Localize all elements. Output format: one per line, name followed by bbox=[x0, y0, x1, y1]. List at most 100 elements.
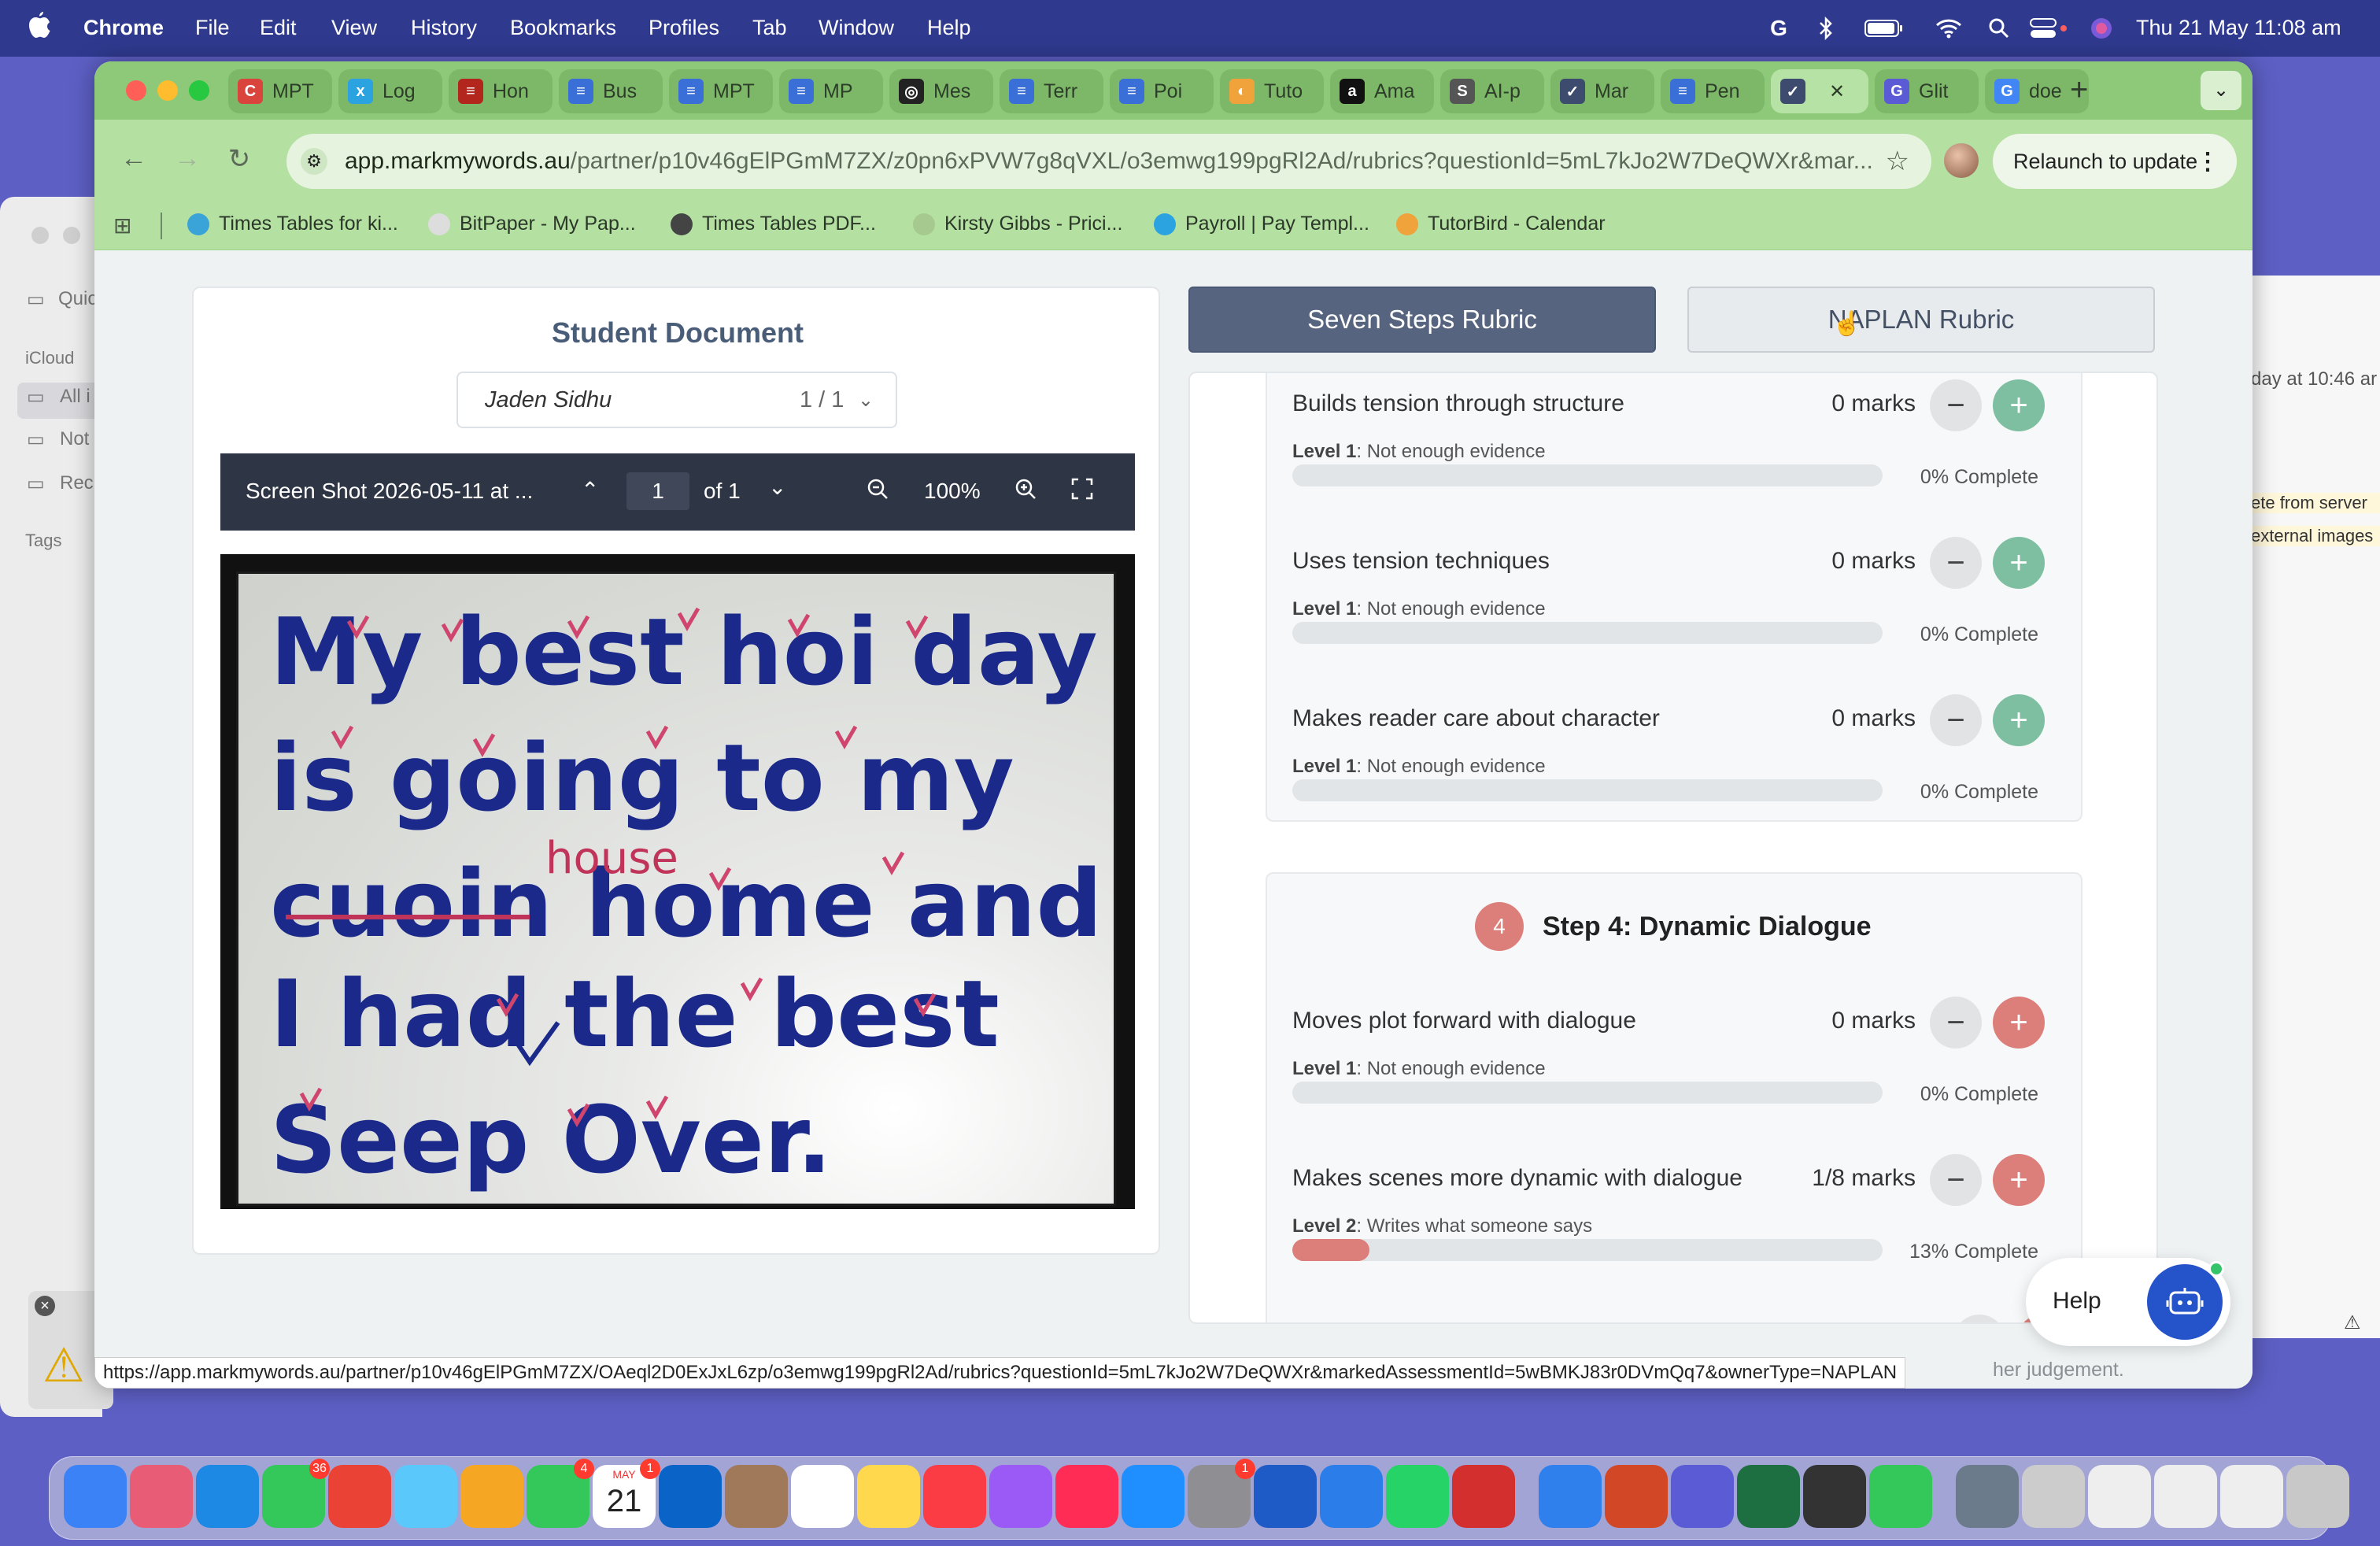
numbers-icon[interactable] bbox=[1869, 1465, 1932, 1528]
help-widget[interactable]: Help bbox=[2026, 1258, 2230, 1346]
browser-tab[interactable]: ≡ Pen bbox=[1661, 69, 1765, 113]
browser-tab[interactable]: ≡ Hon bbox=[449, 69, 552, 113]
chrome-icon[interactable] bbox=[328, 1465, 391, 1528]
menu-help[interactable]: Help bbox=[927, 16, 971, 40]
plus-button[interactable]: + bbox=[1993, 1154, 2045, 1206]
app-menu[interactable]: Chrome bbox=[83, 16, 164, 40]
relaunch-button[interactable]: Relaunch to update ⋮ bbox=[1993, 134, 2237, 189]
zoom-in-icon[interactable] bbox=[1014, 477, 1037, 506]
bookmark-item[interactable]: BitPaper - My Pap... bbox=[428, 213, 636, 235]
browser-tab[interactable]: S AI-p bbox=[1440, 69, 1544, 113]
document-icon[interactable] bbox=[2154, 1465, 2217, 1528]
menubar-clock[interactable]: Thu 21 May 11:08 am bbox=[2136, 16, 2341, 40]
minus-button[interactable]: − bbox=[1930, 1154, 1982, 1206]
zoom-out-icon[interactable] bbox=[866, 477, 889, 506]
reload-icon[interactable]: ↻ bbox=[222, 143, 257, 178]
calendar-icon[interactable]: MAY 21 1 bbox=[593, 1459, 660, 1528]
bluetooth-icon[interactable] bbox=[1810, 14, 1842, 43]
plus-button[interactable]: + bbox=[1993, 537, 2045, 589]
reminders-icon[interactable] bbox=[791, 1465, 854, 1528]
powerpoint-icon[interactable] bbox=[1605, 1465, 1668, 1528]
trash-icon[interactable] bbox=[2286, 1465, 2349, 1528]
menu-edit[interactable]: Edit bbox=[260, 16, 297, 40]
menu-bookmarks[interactable]: Bookmarks bbox=[510, 16, 616, 40]
browser-tab[interactable]: ≡ MP bbox=[779, 69, 883, 113]
bookmark-item[interactable]: TutorBird - Calendar bbox=[1396, 213, 1606, 235]
browser-tab[interactable]: ≡ Bus bbox=[559, 69, 663, 113]
tab-search-chevron-icon[interactable]: ⌄ bbox=[2201, 71, 2241, 110]
menu-view[interactable]: View bbox=[331, 16, 377, 40]
zoom-window-button[interactable] bbox=[189, 80, 209, 101]
menu-profiles[interactable]: Profiles bbox=[649, 16, 719, 40]
system-settings-icon[interactable]: 1 bbox=[1188, 1459, 1255, 1528]
menu-file[interactable]: File bbox=[195, 16, 230, 40]
close-tab-icon[interactable]: ✕ bbox=[1829, 80, 1845, 103]
plus-button[interactable]: + bbox=[1993, 379, 2045, 431]
site-info-icon[interactable]: ⚙ bbox=[301, 148, 327, 175]
profile-avatar[interactable] bbox=[1944, 143, 1979, 178]
minus-button[interactable]: − bbox=[1930, 694, 1982, 746]
photos-icon[interactable] bbox=[460, 1465, 523, 1528]
music-icon[interactable] bbox=[923, 1465, 986, 1528]
bookmark-item[interactable]: Times Tables PDF... bbox=[671, 213, 876, 235]
control-center-icon[interactable] bbox=[2026, 14, 2073, 43]
browser-tab[interactable]: ≡ Poi bbox=[1110, 69, 1214, 113]
notes-sidebar-item[interactable]: Not bbox=[60, 428, 89, 450]
notes-icon[interactable] bbox=[857, 1465, 920, 1528]
bookmark-item[interactable]: Payroll | Pay Templ... bbox=[1154, 213, 1369, 235]
browser-tab[interactable]: a Ama bbox=[1330, 69, 1434, 113]
browser-tab[interactable]: ≡ Terr bbox=[1000, 69, 1103, 113]
bookmark-star-icon[interactable]: ☆ bbox=[1886, 146, 1909, 177]
notes-sidebar-item[interactable]: Quic bbox=[58, 288, 97, 310]
browser-tab[interactable]: ≡ MPT bbox=[669, 69, 773, 113]
siri-icon[interactable] bbox=[2086, 14, 2117, 43]
new-tab-button[interactable]: + bbox=[2070, 72, 2088, 108]
document-icon[interactable] bbox=[2220, 1465, 2283, 1528]
browser-tab[interactable]: ✓ Mar bbox=[1550, 69, 1654, 113]
safari-icon[interactable] bbox=[196, 1465, 259, 1528]
apple-menu-icon[interactable] bbox=[27, 11, 55, 43]
browser-tab[interactable]: ◐ Tuto bbox=[1220, 69, 1324, 113]
chevron-up-icon[interactable]: ⌃ bbox=[581, 477, 599, 503]
bookmark-item[interactable]: Kirsty Gibbs - Prici... bbox=[913, 213, 1122, 235]
mail-icon[interactable] bbox=[1539, 1465, 1602, 1528]
grammarly-icon[interactable] bbox=[1671, 1465, 1734, 1528]
messages-icon[interactable]: 36 bbox=[262, 1459, 330, 1528]
minus-button[interactable]: − bbox=[1930, 537, 1982, 589]
student-select-dropdown[interactable]: Jaden Sidhu 1 / 1 ⌄ bbox=[456, 372, 897, 428]
mail-banner-text[interactable]: external images bbox=[2251, 526, 2380, 546]
menu-window[interactable]: Window bbox=[819, 16, 894, 40]
finder-window-icon[interactable] bbox=[1956, 1465, 2019, 1528]
grammarly-icon[interactable]: G bbox=[1763, 14, 1794, 43]
launchpad-icon[interactable] bbox=[130, 1465, 193, 1528]
plus-button[interactable]: + bbox=[1993, 997, 2045, 1049]
gimp-icon[interactable] bbox=[1803, 1465, 1866, 1528]
podcasts-icon[interactable] bbox=[989, 1465, 1052, 1528]
browser-tab[interactable]: ✓ ✕ bbox=[1771, 69, 1868, 113]
document-icon[interactable] bbox=[2088, 1465, 2151, 1528]
tab-naplan-rubric[interactable]: NAPLAN Rubric bbox=[1687, 287, 2155, 353]
close-icon[interactable]: × bbox=[35, 1296, 55, 1316]
bookmark-item[interactable]: Times Tables for ki... bbox=[187, 213, 398, 235]
word-icon[interactable] bbox=[1254, 1465, 1317, 1528]
finder-icon[interactable] bbox=[64, 1465, 127, 1528]
browser-tab[interactable]: C MPT bbox=[228, 69, 332, 113]
notes-sidebar-item[interactable]: Rec bbox=[60, 472, 94, 494]
menu-tab[interactable]: Tab bbox=[752, 16, 787, 40]
chevron-down-icon[interactable]: ⌄ bbox=[768, 474, 786, 500]
whatsapp-icon[interactable] bbox=[1386, 1465, 1449, 1528]
facetime-icon[interactable]: 4 bbox=[527, 1459, 594, 1528]
excel-icon[interactable] bbox=[1737, 1465, 1800, 1528]
calendar-app-icon[interactable] bbox=[1320, 1465, 1383, 1528]
news-icon[interactable] bbox=[1055, 1465, 1118, 1528]
close-window-button[interactable] bbox=[126, 80, 146, 101]
address-bar[interactable]: ⚙ app.markmywords.au/partner/p10v46gElPG… bbox=[286, 134, 1931, 189]
maps-icon[interactable] bbox=[394, 1465, 457, 1528]
fullscreen-icon[interactable] bbox=[1070, 477, 1094, 506]
app-store-icon[interactable] bbox=[1122, 1465, 1184, 1528]
browser-tab[interactable]: G Glit bbox=[1875, 69, 1979, 113]
apps-grid-icon[interactable]: ⊞ bbox=[113, 213, 131, 239]
spotlight-search-icon[interactable] bbox=[1983, 14, 2015, 43]
contacts-icon[interactable] bbox=[725, 1465, 788, 1528]
outlook-icon[interactable] bbox=[659, 1465, 722, 1528]
